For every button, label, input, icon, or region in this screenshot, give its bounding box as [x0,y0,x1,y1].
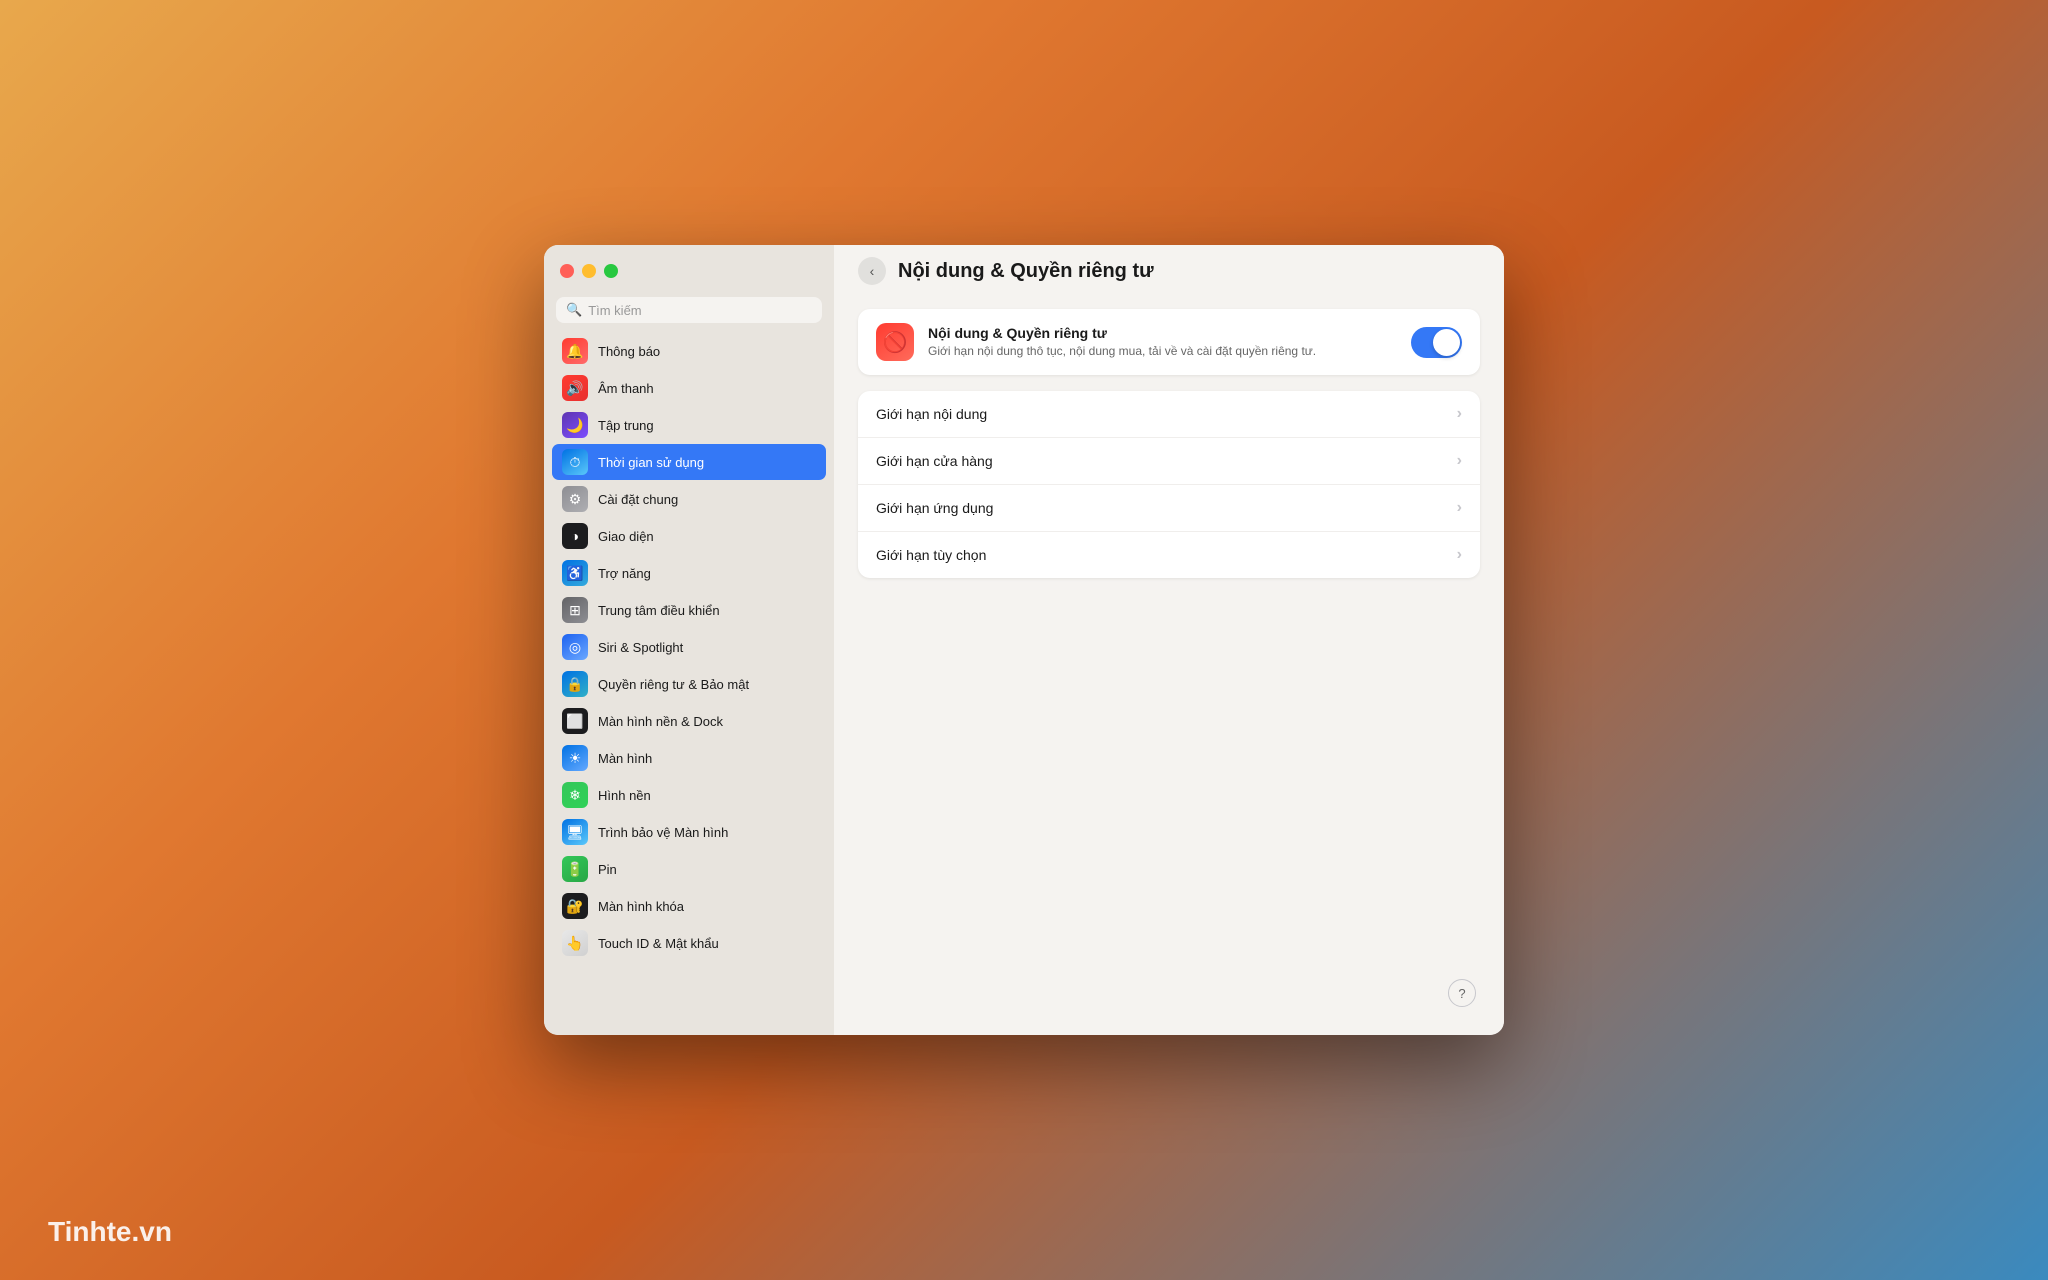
notifications-label: Thông báo [598,344,660,359]
siri-label: Siri & Spotlight [598,640,683,655]
settings-window: 🔍 🔔 Thông báo 🔊 Âm thanh 🌙 Tập trung ⏱ Thời gia… [544,245,1504,1035]
screensaver-icon: 🖥 [562,819,588,845]
menu-row-label-2: Giới hạn ứng dụng [876,500,1447,516]
privacy-icon: 🔒 [562,671,588,697]
focus-label: Tập trung [598,418,654,433]
menu-group: Giới hạn nội dung›Giới hạn cửa hàng›Giới… [858,391,1480,578]
close-button[interactable] [560,264,574,278]
content-area: 🚫 Nội dung & Quyền riêng tư Giới hạn nội… [834,297,1504,1035]
menu-row-1[interactable]: Giới hạn cửa hàng › [858,438,1480,485]
chevron-icon-1: › [1457,452,1462,470]
sidebar-list: 🔔 Thông báo 🔊 Âm thanh 🌙 Tập trung ⏱ Thời gian … [544,333,834,1035]
chevron-icon-3: › [1457,546,1462,564]
sound-icon: 🔊 [562,375,588,401]
titlebar [544,245,834,297]
accessibility-label: Trợ năng [598,566,651,581]
main-content: ‹ Nội dung & Quyền riêng tư 🚫 Nội dung &… [834,245,1504,1035]
top-card: 🚫 Nội dung & Quyền riêng tư Giới hạn nội… [858,309,1480,375]
page-title: Nội dung & Quyền riêng tư [898,260,1154,283]
sidebar-item-appearance[interactable]: ◑ Giao diện [552,518,826,554]
control-icon: ⊞ [562,597,588,623]
battery-label: Pin [598,862,617,877]
sidebar-item-screentime[interactable]: ⏱ Thời gian sử dụng [552,444,826,480]
accessibility-icon: ♿ [562,560,588,586]
menu-row-2[interactable]: Giới hạn ứng dụng › [858,485,1480,532]
sidebar-item-control[interactable]: ⊞ Trung tâm điều khiển [552,592,826,628]
battery-icon: 🔋 [562,856,588,882]
sidebar-item-general[interactable]: ⚙ Cài đặt chung [552,481,826,517]
sidebar: 🔍 🔔 Thông báo 🔊 Âm thanh 🌙 Tập trung ⏱ Thời gia… [544,245,834,1035]
sidebar-item-wallpaper-dock[interactable]: ⬜ Màn hình nền & Dock [552,703,826,739]
screentime-icon: ⏱ [562,449,588,475]
wallpaper-dock-icon: ⬜ [562,708,588,734]
search-input[interactable] [588,303,812,318]
sidebar-item-sound[interactable]: 🔊 Âm thanh [552,370,826,406]
sidebar-item-wallpaper[interactable]: ❄ Hình nền [552,777,826,813]
wallpaper-label: Hình nền [598,788,651,803]
maximize-button[interactable] [604,264,618,278]
top-card-subtitle: Giới hạn nội dung thô tục, nội dung mua,… [928,343,1397,360]
focus-icon: 🌙 [562,412,588,438]
screentime-label: Thời gian sử dụng [598,455,704,470]
general-icon: ⚙ [562,486,588,512]
menu-row-label-1: Giới hạn cửa hàng [876,453,1447,469]
appearance-label: Giao diện [598,529,654,544]
notifications-icon: 🔔 [562,338,588,364]
screensaver-label: Trình bảo vệ Màn hình [598,825,728,840]
menu-row-3[interactable]: Giới hạn tùy chọn › [858,532,1480,578]
lockscreen-label: Màn hình khóa [598,899,684,914]
search-bar[interactable]: 🔍 [556,297,822,323]
search-icon: 🔍 [566,302,582,318]
sidebar-item-display[interactable]: ☀ Màn hình [552,740,826,776]
watermark: Tinhte.vn [48,1216,172,1248]
menu-row-0[interactable]: Giới hạn nội dung › [858,391,1480,438]
general-label: Cài đặt chung [598,492,678,507]
sidebar-item-privacy[interactable]: 🔒 Quyền riêng tư & Bảo mật [552,666,826,702]
top-card-title: Nội dung & Quyền riêng tư [928,325,1397,341]
top-card-icon: 🚫 [876,323,914,361]
content-privacy-toggle[interactable] [1411,327,1462,358]
sidebar-item-notifications[interactable]: 🔔 Thông báo [552,333,826,369]
main-header: ‹ Nội dung & Quyền riêng tư [834,245,1504,297]
sidebar-item-siri[interactable]: ◎ Siri & Spotlight [552,629,826,665]
sidebar-item-screensaver[interactable]: 🖥 Trình bảo vệ Màn hình [552,814,826,850]
sidebar-item-touchid[interactable]: 👆 Touch ID & Mật khẩu [552,925,826,961]
sidebar-item-focus[interactable]: 🌙 Tập trung [552,407,826,443]
appearance-icon: ◑ [562,523,588,549]
top-card-text: Nội dung & Quyền riêng tư Giới hạn nội d… [928,325,1397,360]
siri-icon: ◎ [562,634,588,660]
lockscreen-icon: 🔐 [562,893,588,919]
touchid-label: Touch ID & Mật khẩu [598,936,719,951]
sidebar-item-battery[interactable]: 🔋 Pin [552,851,826,887]
minimize-button[interactable] [582,264,596,278]
sidebar-item-accessibility[interactable]: ♿ Trợ năng [552,555,826,591]
display-label: Màn hình [598,751,652,766]
back-button[interactable]: ‹ [858,257,886,285]
touchid-icon: 👆 [562,930,588,956]
back-icon: ‹ [870,263,875,279]
menu-row-label-3: Giới hạn tùy chọn [876,547,1447,563]
wallpaper-icon: ❄ [562,782,588,808]
sidebar-item-lockscreen[interactable]: 🔐 Màn hình khóa [552,888,826,924]
wallpaper-dock-label: Màn hình nền & Dock [598,714,723,729]
privacy-label: Quyền riêng tư & Bảo mật [598,677,749,692]
help-button[interactable]: ? [1448,979,1476,1007]
menu-row-label-0: Giới hạn nội dung [876,406,1447,422]
control-label: Trung tâm điều khiển [598,603,720,618]
chevron-icon-2: › [1457,499,1462,517]
chevron-icon-0: › [1457,405,1462,423]
sound-label: Âm thanh [598,381,654,396]
display-icon: ☀ [562,745,588,771]
